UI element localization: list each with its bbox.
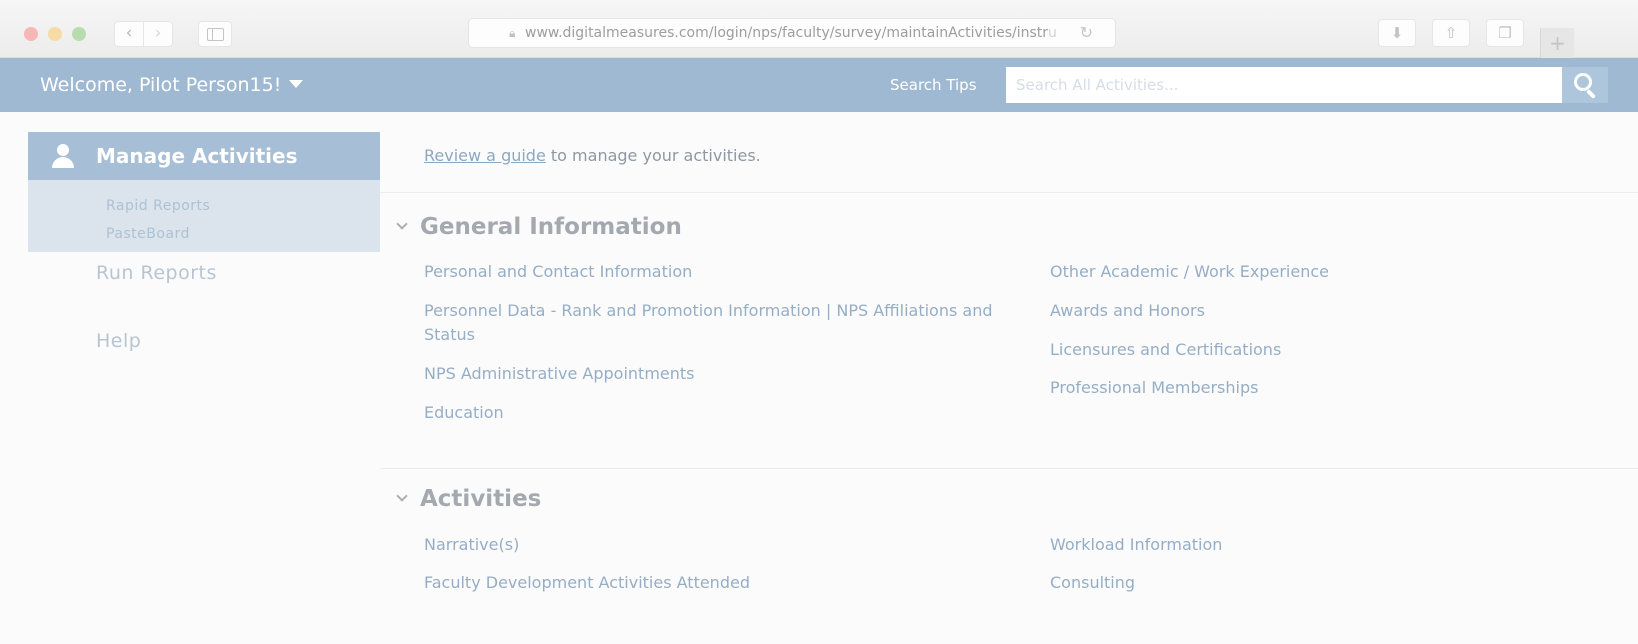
user-menu[interactable]: Welcome, Pilot Person15! — [40, 58, 304, 112]
nav-subitem-pasteboard[interactable]: PasteBoard — [106, 226, 190, 242]
plus-icon: + — [1549, 31, 1566, 55]
nav-item-label: Manage Activities — [96, 144, 298, 168]
link-faculty-development-activities-attended[interactable]: Faculty Development Activities Attended — [424, 571, 1024, 595]
back-icon: ‹ — [125, 23, 133, 43]
nav-manage-activities-group: Manage Activities Rapid Reports PasteBoa… — [28, 132, 380, 252]
search-button[interactable] — [1562, 67, 1608, 103]
share-icon: ⇧ — [1444, 24, 1458, 42]
guide-text: Review a guide to manage your activities… — [424, 146, 761, 165]
section-title: General Information — [420, 214, 682, 240]
link-workload-information[interactable]: Workload Information — [1050, 533, 1610, 557]
close-window-button[interactable] — [24, 27, 38, 41]
url-text: www.digitalmeasures.com/login/nps/facult… — [525, 25, 1057, 41]
tabs-icon: ❐ — [1498, 24, 1512, 42]
section-activities-toggle[interactable]: Activities — [396, 486, 542, 512]
download-icon: ⬇ — [1390, 24, 1404, 42]
divider — [380, 468, 1638, 469]
guide-text-rest: to manage your activities. — [545, 146, 761, 165]
search-tips-link[interactable]: Search Tips — [890, 58, 977, 112]
back-button[interactable]: ‹ — [114, 21, 144, 47]
welcome-text: Welcome, Pilot Person15! — [40, 74, 282, 96]
section-general-information-toggle[interactable]: General Information — [396, 214, 682, 240]
nav-item-manage-activities[interactable]: Manage Activities — [28, 132, 380, 180]
share-button[interactable]: ⇧ — [1432, 19, 1470, 47]
person-icon — [52, 144, 74, 168]
browser-toolbar: ‹ › 🔒︎ www.digitalmeasures.com/login/nps… — [0, 0, 1638, 58]
link-professional-memberships[interactable]: Professional Memberships — [1050, 376, 1610, 400]
main-content: Review a guide to manage your activities… — [380, 112, 1638, 644]
search-input[interactable] — [1006, 67, 1562, 103]
link-education[interactable]: Education — [424, 401, 1024, 425]
nav-subitem-rapid-reports[interactable]: Rapid Reports — [106, 198, 210, 214]
nav-item-run-reports[interactable]: Run Reports — [96, 262, 217, 284]
review-guide-link[interactable]: Review a guide — [424, 146, 546, 165]
link-other-academic-work-experience[interactable]: Other Academic / Work Experience — [1050, 260, 1610, 284]
downloads-button[interactable]: ⬇ — [1378, 19, 1416, 47]
divider — [380, 192, 1638, 193]
new-tab-button[interactable]: + — [1540, 28, 1574, 58]
chevron-down-icon — [396, 490, 408, 502]
forward-button[interactable]: › — [143, 21, 173, 47]
link-narratives[interactable]: Narrative(s) — [424, 533, 1024, 557]
link-licensures-and-certifications[interactable]: Licensures and Certifications — [1050, 338, 1610, 362]
left-navigation: Manage Activities Rapid Reports PasteBoa… — [0, 112, 380, 644]
sidebar-icon — [207, 28, 224, 41]
minimize-window-button[interactable] — [48, 27, 62, 41]
caret-down-icon — [289, 80, 304, 88]
nav-item-help[interactable]: Help — [96, 330, 141, 352]
forward-icon: › — [154, 23, 162, 43]
address-bar[interactable]: 🔒︎ www.digitalmeasures.com/login/nps/fac… — [468, 18, 1116, 48]
reload-icon[interactable]: ↻ — [1080, 19, 1093, 47]
zoom-window-button[interactable] — [72, 27, 86, 41]
show-tabs-button[interactable]: ❐ — [1486, 19, 1524, 47]
chevron-down-icon — [396, 218, 408, 230]
link-personal-contact-information[interactable]: Personal and Contact Information — [424, 260, 1024, 284]
sidebar-toggle-button[interactable] — [198, 21, 232, 47]
link-personnel-data[interactable]: Personnel Data - Rank and Promotion Info… — [424, 299, 1024, 347]
app-header: Welcome, Pilot Person15! Search Tips — [0, 58, 1638, 112]
section-title: Activities — [420, 486, 542, 512]
link-consulting[interactable]: Consulting — [1050, 571, 1610, 595]
link-awards-and-honors[interactable]: Awards and Honors — [1050, 299, 1610, 323]
lock-icon: 🔒︎ — [509, 26, 516, 40]
link-nps-administrative-appointments[interactable]: NPS Administrative Appointments — [424, 362, 1024, 386]
